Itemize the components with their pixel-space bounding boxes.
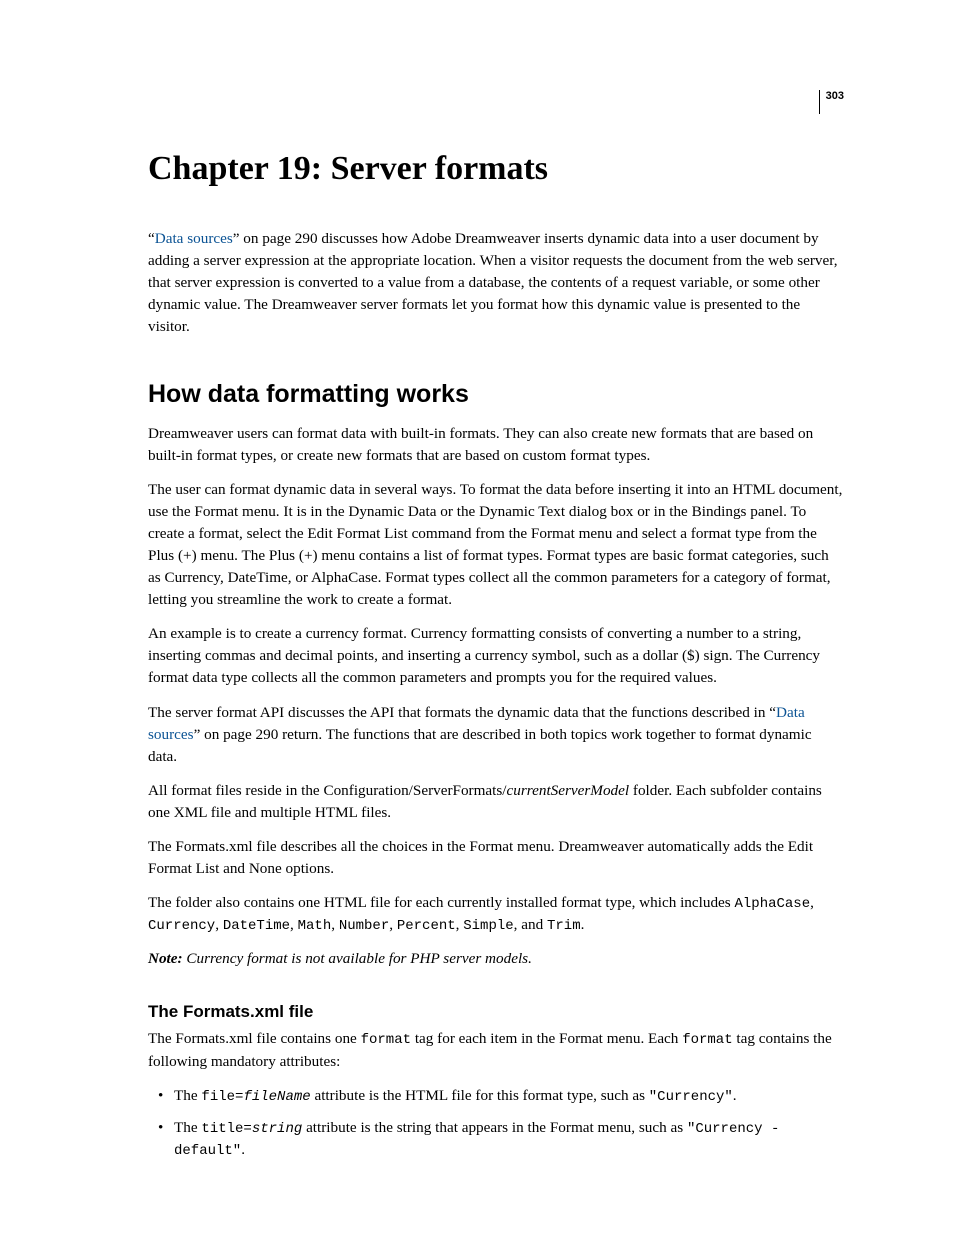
b2-t1: The [174,1119,201,1136]
section-heading-how-data-formatting-works: How data formatting works [148,380,844,409]
s1-p7-t5: , [331,916,339,933]
page-number: 303 [819,90,844,114]
b1-t2: attribute is the HTML file for this form… [311,1087,649,1104]
page-container: 303 Chapter 19: Server formats “Data sou… [0,0,954,1232]
quote-open: “ [148,230,155,247]
b1-t1: The [174,1087,201,1104]
code-format-1: format [361,1032,411,1048]
s1-p7-t2: , [810,894,814,911]
s1-p5-t1: All format files reside in the Configura… [148,782,507,799]
code-trim: Trim [547,918,581,934]
code-number: Number [339,918,389,934]
code-currency: Currency [148,918,215,934]
s1-p7-t4: , [290,916,298,933]
list-item: The title=string attribute is the string… [148,1117,844,1162]
code-string: string [252,1121,302,1137]
s1-p1: Dreamweaver users can format data with b… [148,423,844,467]
note-label: Note: [148,950,183,967]
s1-p3: An example is to create a currency forma… [148,623,844,689]
s1-p2: The user can format dynamic data in seve… [148,479,844,611]
s2-p1: The Formats.xml file contains one format… [148,1028,844,1072]
s1-p7-t9: . [581,916,585,933]
s1-p4-before: The server format API discusses the API … [148,704,776,721]
s1-p7-t1: The folder also contains one HTML file f… [148,894,735,911]
list-item: The file=fileName attribute is the HTML … [148,1085,844,1107]
b2-t3: . [241,1141,245,1158]
s1-p7-t6: , [389,916,397,933]
link-data-sources-1[interactable]: Data sources [155,230,233,247]
intro-paragraph: “Data sources” on page 290 discusses how… [148,228,844,338]
code-simple: Simple [463,918,513,934]
s1-p7-t8: , and [514,916,547,933]
s1-note: Note: Currency format is not available f… [148,948,844,970]
s1-p4: The server format API discusses the API … [148,702,844,768]
code-format-2: format [682,1032,732,1048]
code-filename: fileName [243,1089,310,1105]
chapter-title: Chapter 19: Server formats [148,150,844,188]
s1-p7: The folder also contains one HTML file f… [148,892,844,937]
s1-p4-after: ” on page 290 return. The functions that… [148,726,812,765]
s1-p7-t3: , [215,916,223,933]
code-alphacase: AlphaCase [735,896,811,912]
b2-t2: attribute is the string that appears in … [302,1119,687,1136]
s1-p5-i1: currentServerModel [507,782,630,799]
code-file-eq: file= [201,1089,243,1105]
b1-t3: . [733,1087,737,1104]
attribute-list: The file=fileName attribute is the HTML … [148,1085,844,1162]
s1-p6: The Formats.xml file describes all the c… [148,836,844,880]
s2-p1-t2: tag for each item in the Format menu. Ea… [411,1030,682,1047]
code-title-eq: title= [201,1121,251,1137]
subsection-formats-xml-file: The Formats.xml file [148,1002,844,1022]
intro-rest: ” on page 290 discusses how Adobe Dreamw… [148,230,838,335]
code-math: Math [298,918,332,934]
code-percent: Percent [397,918,456,934]
s1-p5: All format files reside in the Configura… [148,780,844,824]
s2-p1-t1: The Formats.xml file contains one [148,1030,361,1047]
code-datetime: DateTime [223,918,290,934]
note-text: Currency format is not available for PHP… [183,950,532,967]
code-currency-str: "Currency" [649,1089,733,1105]
